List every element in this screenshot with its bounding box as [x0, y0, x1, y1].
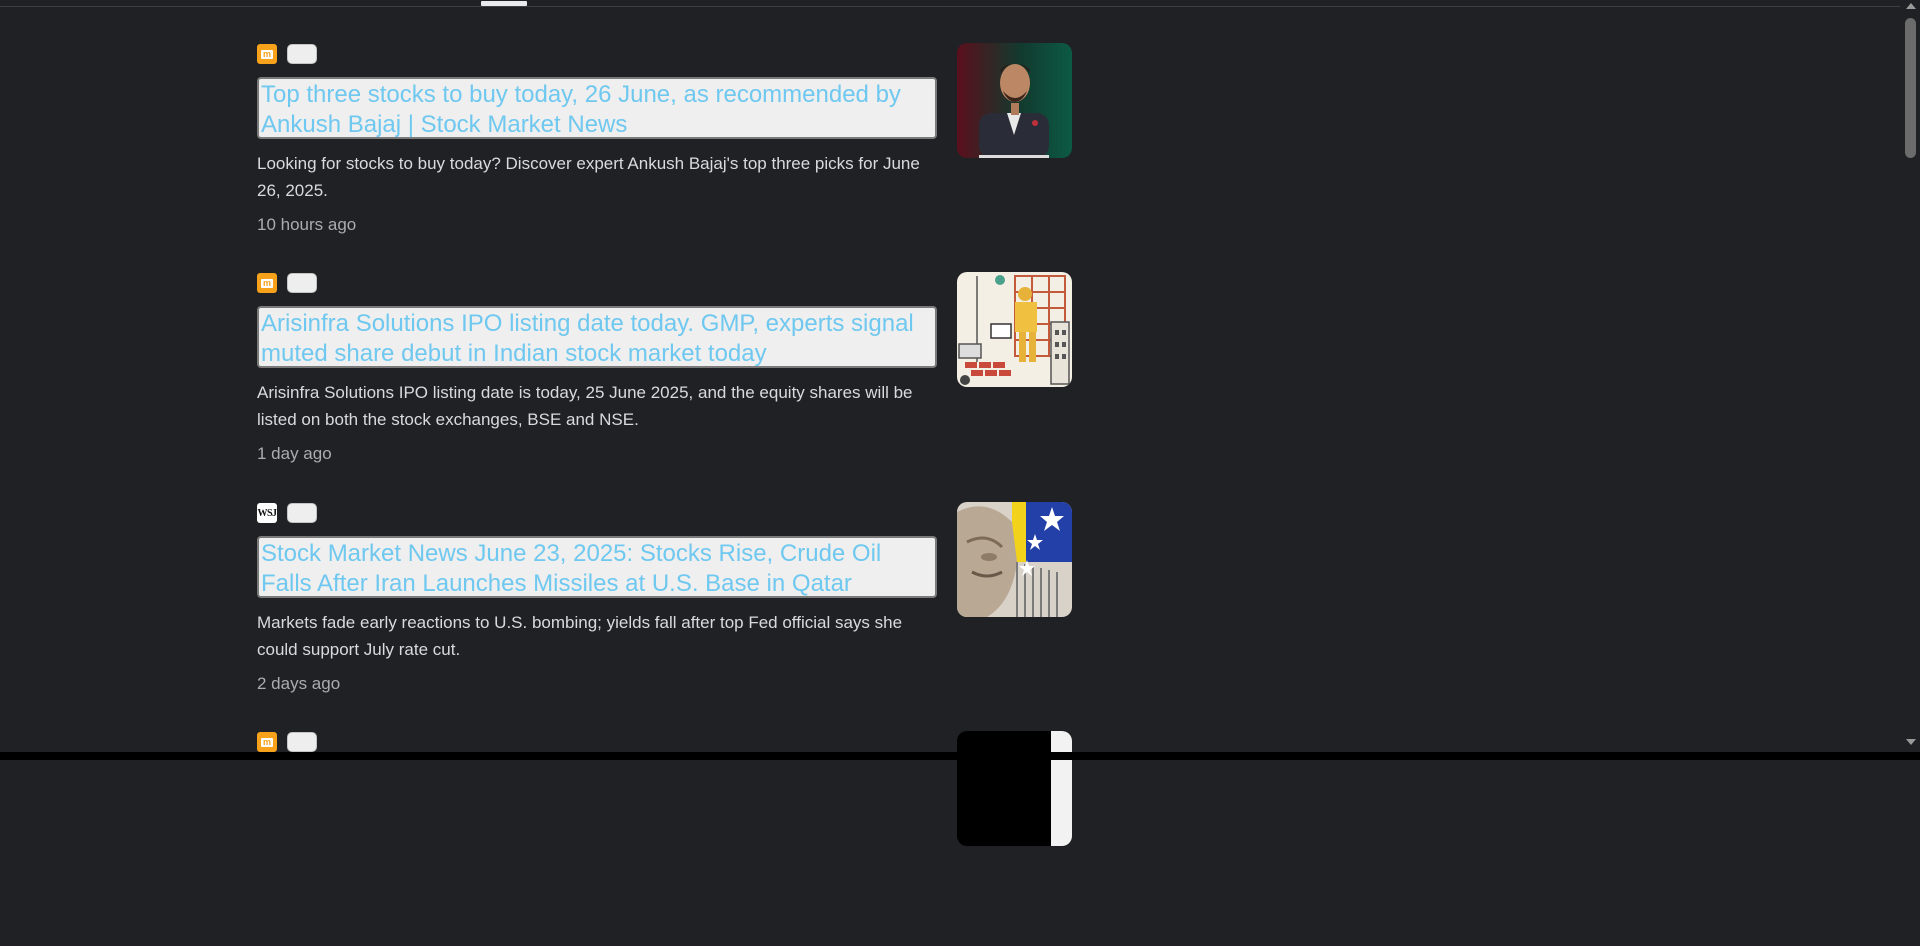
mint-logo-icon: m — [257, 273, 277, 293]
headline-link-box[interactable]: Stock Market News June 23, 2025: Stocks … — [257, 536, 937, 598]
news-article[interactable]: m Arisinfra Solutions IPO listing date t… — [257, 272, 1073, 487]
timestamp: 10 hours ago — [257, 215, 357, 234]
article-snippet: Looking for stocks to buy today? Discove… — [257, 154, 920, 200]
news-article[interactable]: m Top three stocks to buy today, 26 June… — [257, 43, 1073, 258]
scrollbar-thumb[interactable] — [1905, 18, 1916, 158]
source-row: WSJ — [257, 502, 317, 524]
headline-link[interactable]: Top three stocks to buy today, 26 June, … — [261, 80, 933, 140]
mint-logo-icon: m — [257, 732, 277, 752]
wsj-logo-icon: WSJ — [257, 503, 277, 523]
article-thumbnail[interactable] — [957, 731, 1072, 846]
source-row: m — [257, 43, 317, 65]
article-thumbnail[interactable] — [957, 43, 1072, 158]
active-tab-indicator — [481, 1, 527, 6]
bottom-edge-bar — [0, 752, 1920, 760]
article-snippet: Markets fade early reactions to U.S. bom… — [257, 613, 903, 659]
scroll-down-arrow-icon[interactable] — [1906, 739, 1916, 745]
headline-link-box[interactable]: Top three stocks to buy today, 26 June, … — [257, 77, 937, 139]
headline-link[interactable]: Arisinfra Solutions IPO listing date tod… — [261, 309, 933, 369]
more-options-button[interactable] — [287, 273, 317, 293]
mint-logo-icon: m — [257, 44, 277, 64]
scroll-up-arrow-icon[interactable] — [1906, 3, 1916, 9]
headline-link[interactable]: Stock Market News June 23, 2025: Stocks … — [261, 539, 933, 599]
more-options-button[interactable] — [287, 732, 317, 752]
source-row: m — [257, 731, 317, 753]
more-options-button[interactable] — [287, 503, 317, 523]
article-snippet: Arisinfra Solutions IPO listing date is … — [257, 383, 913, 429]
news-article[interactable]: m — [257, 731, 1073, 946]
article-thumbnail[interactable] — [957, 272, 1072, 387]
headline-link-box[interactable]: Arisinfra Solutions IPO listing date tod… — [257, 306, 937, 368]
more-options-button[interactable] — [287, 44, 317, 64]
article-thumbnail[interactable] — [957, 502, 1072, 617]
news-article[interactable]: WSJ Stock Market News June 23, 2025: Sto… — [257, 502, 1073, 717]
timestamp: 2 days ago — [257, 674, 341, 693]
source-row: m — [257, 272, 317, 294]
tab-bar — [0, 0, 1900, 7]
timestamp: 1 day ago — [257, 444, 332, 463]
vertical-scrollbar[interactable] — [1902, 0, 1920, 752]
